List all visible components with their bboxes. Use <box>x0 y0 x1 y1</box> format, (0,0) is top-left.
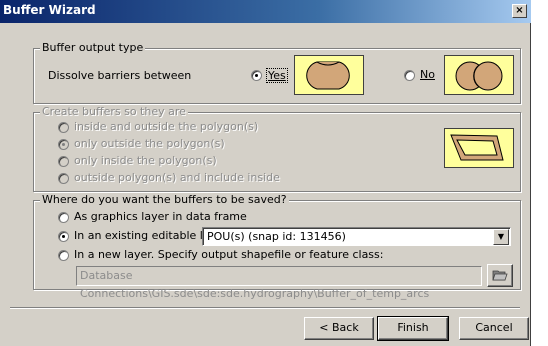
graphics-layer-radio[interactable] <box>58 212 69 223</box>
no-radio[interactable] <box>404 70 415 81</box>
non-dissolved-buffer-preview <box>444 55 514 95</box>
new-layer-radio[interactable] <box>58 250 69 261</box>
only-outside-label: only outside the polygon(s) <box>74 137 225 150</box>
save-location-legend: Where do you want the buffers to be save… <box>40 193 289 206</box>
browse-folder-button[interactable] <box>487 264 513 287</box>
yes-radio[interactable] <box>251 70 262 81</box>
dissolve-label: Dissolve barriers between <box>48 69 192 82</box>
back-button[interactable]: < Back <box>304 317 374 340</box>
inside-outside-label: inside and outside the polygon(s) <box>74 120 259 133</box>
graphics-layer-label[interactable]: As graphics layer in data frame <box>74 210 247 223</box>
output-path-field[interactable]: Database Connections\GIS.sde\sde:sde.hyd… <box>76 266 482 300</box>
save-location-group: Where do you want the buffers to be save… <box>33 193 521 300</box>
outside-include-inside-radio[interactable] <box>58 173 69 184</box>
close-button[interactable]: × <box>512 4 527 18</box>
only-inside-radio[interactable] <box>58 156 69 167</box>
polygon-outline-icon <box>450 134 504 161</box>
only-inside-label: only inside the polygon(s) <box>74 154 217 167</box>
inside-outside-radio[interactable] <box>58 122 69 133</box>
button-separator <box>10 307 520 309</box>
close-icon: × <box>515 5 524 16</box>
polygon-buffer-preview <box>444 128 514 168</box>
outside-include-inside-label: outside polygon(s) and include inside <box>74 171 280 184</box>
buffer-output-type-legend: Buffer output type <box>40 41 146 54</box>
new-layer-label[interactable]: In a new layer. Specify output shapefile… <box>74 248 383 261</box>
create-buffers-legend: Create buffers so they are <box>40 105 188 118</box>
existing-layer-value: POU(s) (snap id: 131456) <box>207 230 346 243</box>
yes-label[interactable]: Yes <box>266 68 288 83</box>
only-outside-radio[interactable] <box>58 139 69 150</box>
open-folder-icon <box>492 270 508 281</box>
window-title: Buffer Wizard <box>3 3 96 17</box>
dissolved-circles-icon <box>306 61 350 90</box>
dropdown-arrow-icon[interactable]: ▼ <box>493 229 509 245</box>
existing-layer-radio[interactable] <box>58 231 69 242</box>
overlapping-circles-icon <box>455 61 503 91</box>
finish-button[interactable]: Finish <box>377 316 449 341</box>
buffer-wizard-window: Buffer Wizard × Buffer output type Disso… <box>0 0 531 346</box>
title-bar[interactable]: Buffer Wizard × <box>0 0 531 23</box>
buffer-output-type-group: Buffer output type Dissolve barriers bet… <box>33 41 521 104</box>
create-buffers-group: Create buffers so they are inside and ou… <box>33 105 521 192</box>
existing-layer-dropdown[interactable]: POU(s) (snap id: 131456) ▼ <box>202 227 511 246</box>
dissolved-buffer-preview <box>294 55 364 95</box>
no-label[interactable]: No <box>420 68 435 81</box>
cancel-button[interactable]: Cancel <box>459 317 529 340</box>
